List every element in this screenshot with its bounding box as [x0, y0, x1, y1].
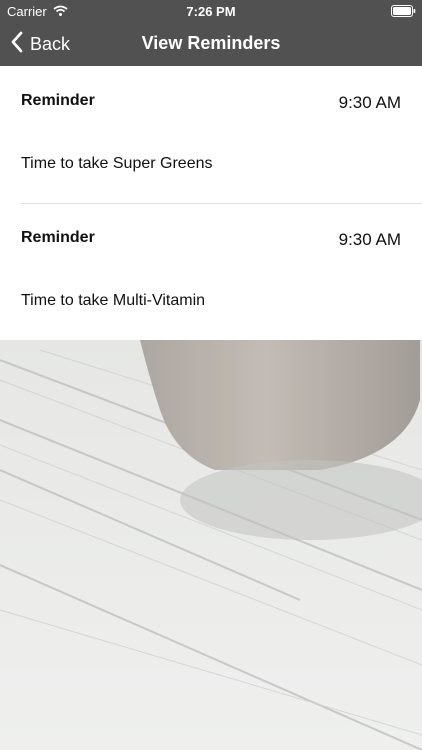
reminder-title: Reminder: [21, 229, 95, 246]
reminder-list: Reminder 9:30 AM Time to take Super Gree…: [0, 66, 422, 340]
reminder-time: 9:30 AM: [338, 230, 401, 249]
reminder-item[interactable]: Reminder 9:30 AM Time to take Multi-Vita…: [0, 203, 422, 340]
reminder-message: Time to take Super Greens: [21, 155, 213, 172]
navigation-bar: Back View Reminders: [0, 22, 422, 66]
reminder-title: Reminder: [21, 92, 95, 109]
battery-icon: [391, 5, 416, 17]
reminder-message: Time to take Multi-Vitamin: [21, 292, 206, 309]
reminder-item[interactable]: Reminder 9:30 AM Time to take Super Gree…: [0, 66, 422, 203]
page-title: View Reminders: [141, 33, 281, 53]
status-bar: Carrier 7:26 PM: [0, 0, 422, 22]
status-time: 7:26 PM: [186, 4, 236, 19]
reminder-time: 9:30 AM: [338, 93, 401, 112]
top-bar: Carrier 7:26 PM Back View Reminders: [0, 0, 422, 66]
